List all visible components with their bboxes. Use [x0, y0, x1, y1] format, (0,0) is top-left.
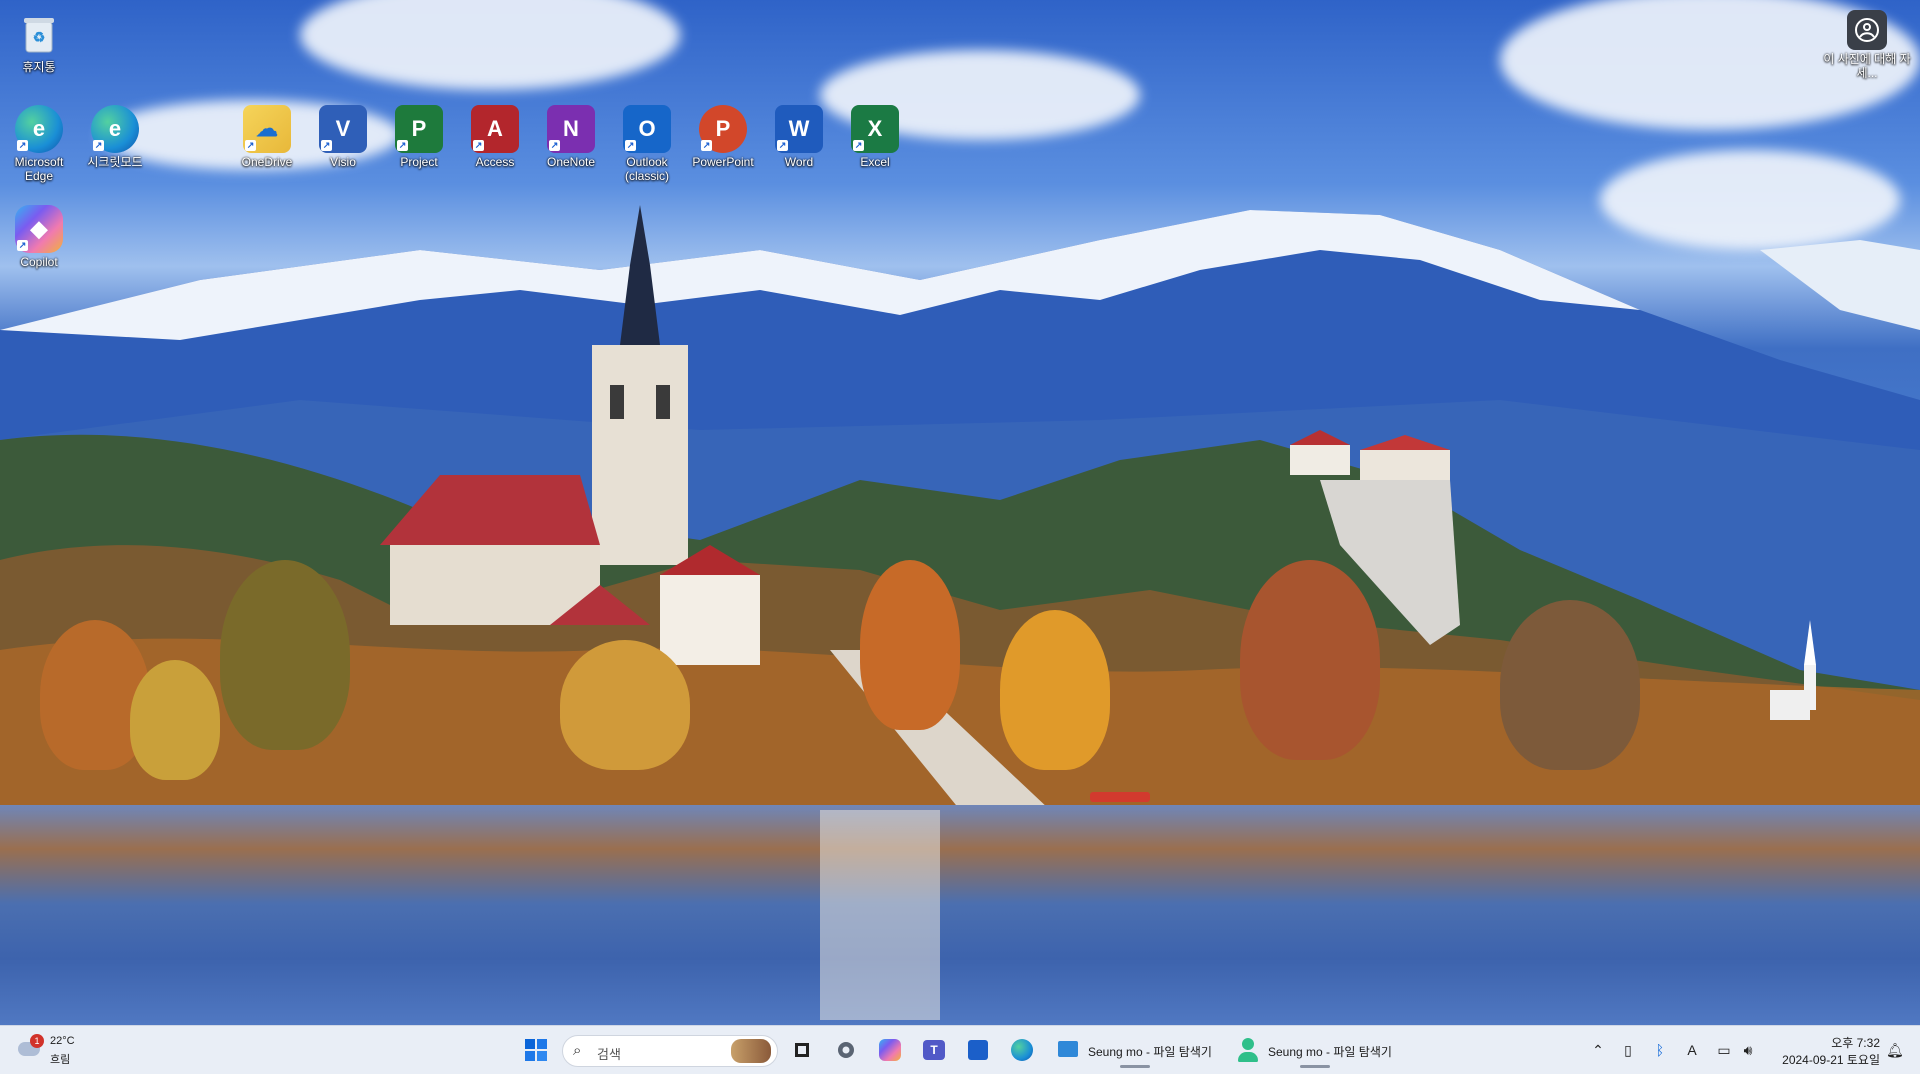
usb-device-icon[interactable]: ▯ [1620, 1042, 1636, 1058]
icon-label: Outlook (classic) [625, 155, 669, 183]
powerpoint-icon: P ↗ [699, 105, 747, 153]
onenote-icon: N ↗ [547, 105, 595, 153]
tree [1240, 560, 1380, 760]
task-view-button[interactable] [786, 1034, 818, 1066]
desktop-icon-onenote[interactable]: N ↗ OneNote [532, 105, 610, 169]
weather-condition: 흐림 [50, 1054, 71, 1066]
running-indicator [1120, 1065, 1150, 1068]
taskbar-teams[interactable]: T [918, 1034, 950, 1066]
search-placeholder: 검색 [597, 1047, 621, 1062]
start-button[interactable] [520, 1034, 552, 1066]
boat [1090, 792, 1150, 802]
excel-icon: X ↗ [851, 105, 899, 153]
learn-about-picture[interactable]: 이 사진에 대해 자세... [1822, 10, 1912, 80]
visio-icon: V ↗ [319, 105, 367, 153]
icon-label: Word [784, 155, 814, 169]
search-box[interactable]: ⌕ 검색 [562, 1035, 778, 1067]
tree [560, 640, 690, 770]
desktop-icon-powerpoint[interactable]: P ↗ PowerPoint [684, 105, 762, 169]
window-title: Seung mo - 파일 탐색기 [1088, 1045, 1212, 1059]
store-icon [968, 1040, 988, 1060]
desktop-icon-word[interactable]: W ↗ Word [760, 105, 838, 169]
tree [1500, 600, 1640, 770]
edge-icon: e ↗ [15, 105, 63, 153]
edge-icon [1011, 1039, 1033, 1061]
taskbar-store[interactable] [962, 1034, 994, 1066]
desktop-icon-visio[interactable]: V ↗ Visio [304, 105, 382, 169]
desktop-wallpaper: ♻ 휴지통 e ↗ Microsoft Edge e ↗ 시크릿모드 ☁ ↗ OneD… [0, 0, 1920, 1025]
running-indicator [1300, 1065, 1330, 1068]
tree [1000, 610, 1110, 770]
icon-label: Microsoft Edge [14, 155, 64, 183]
icon-label: Project [400, 155, 438, 169]
cloud [300, 0, 680, 90]
icon-label: 이 사진에 대해 자세... [1823, 52, 1911, 80]
recycle-bin-icon: ♻ [15, 10, 63, 58]
edge-icon: e ↗ [91, 105, 139, 153]
taskbar-settings[interactable] [830, 1034, 862, 1066]
svg-text:♻: ♻ [33, 29, 46, 45]
tree [220, 560, 350, 750]
taskbar-copilot[interactable] [874, 1034, 906, 1066]
input-method-icon[interactable]: A [1684, 1042, 1700, 1058]
clock-time: 오후 7:32 [1831, 1036, 1880, 1050]
desktop-icon-edge-inprivate[interactable]: e ↗ 시크릿모드 [76, 105, 154, 169]
copilot-icon: ◆ ↗ [15, 205, 63, 253]
network-monitor-icon[interactable]: ▭ [1716, 1042, 1732, 1058]
desktop-icon-project[interactable]: P ↗ Project [380, 105, 458, 169]
desktop-icon-outlook[interactable]: O ↗ Outlook (classic) [608, 105, 686, 183]
desktop-icon-edge[interactable]: e ↗ Microsoft Edge [0, 105, 78, 183]
search-icon: ⌕ [573, 1042, 582, 1059]
access-icon: A ↗ [471, 105, 519, 153]
window-title: Seung mo - 파일 탐색기 [1268, 1045, 1392, 1059]
teams-icon: T [923, 1040, 945, 1060]
windows-logo-icon [525, 1039, 547, 1061]
notification-bell-icon[interactable]: 🔔︎ [1886, 1042, 1904, 1058]
word-icon: W ↗ [775, 105, 823, 153]
lake [0, 805, 1920, 1025]
outlook-icon: O ↗ [623, 105, 671, 153]
lake-reflection [820, 810, 940, 1020]
weather-temp: 22°C [50, 1035, 75, 1047]
project-icon: P ↗ [395, 105, 443, 153]
taskbar-window-explorer-1[interactable]: Seung mo - 파일 탐색기 [1050, 1032, 1222, 1068]
bluetooth-icon[interactable]: ᛒ [1652, 1042, 1668, 1058]
clock[interactable]: 오후 7:32 2024-09-21 토요일 [1770, 1032, 1880, 1068]
icon-label: Access [475, 155, 515, 169]
onedrive-folder-icon: ☁ ↗ [243, 105, 291, 153]
small-church [1770, 620, 1816, 720]
icon-label: PowerPoint [692, 155, 754, 169]
volume-icon[interactable]: 🔊︎ [1740, 1042, 1756, 1058]
desktop-icon-onedrive[interactable]: ☁ ↗ OneDrive [228, 105, 306, 169]
monitor-icon [1058, 1041, 1078, 1057]
user-avatar-icon [1238, 1038, 1258, 1062]
search-highlight-icon [731, 1039, 771, 1063]
taskbar-window-explorer-2[interactable]: Seung mo - 파일 탐색기 [1230, 1032, 1402, 1068]
taskbar-edge[interactable] [1006, 1034, 1038, 1066]
show-hidden-icons-chevron-icon[interactable]: ⌃ [1590, 1042, 1606, 1058]
desktop-icon-recycle-bin[interactable]: ♻ 휴지통 [0, 10, 78, 74]
icon-label: Excel [860, 155, 890, 169]
tree [130, 660, 220, 780]
gear-icon [838, 1042, 854, 1058]
camera-info-icon [1847, 10, 1887, 50]
weather-widget[interactable]: 1 22°C 흐림 [14, 1032, 84, 1068]
tree [860, 560, 960, 730]
icon-label: OneDrive [241, 155, 293, 169]
icon-label: OneNote [546, 155, 596, 169]
notification-badge: 1 [30, 1034, 44, 1048]
desktop-icon-copilot[interactable]: ◆ ↗ Copilot [0, 205, 78, 269]
taskbar: 1 22°C 흐림 ⌕ 검색 T Seung mo - 파일 탐색기 Seung… [0, 1025, 1920, 1074]
desktop-icon-excel[interactable]: X ↗ Excel [836, 105, 914, 169]
desktop-icon-access[interactable]: A ↗ Access [456, 105, 534, 169]
copilot-icon [879, 1039, 901, 1061]
icon-label: Visio [330, 155, 356, 169]
icon-label: 휴지통 [22, 60, 56, 74]
clock-date: 2024-09-21 토요일 [1782, 1053, 1880, 1067]
task-view-icon [795, 1043, 809, 1057]
icon-label: 시크릿모드 [87, 155, 143, 169]
icon-label: Copilot [20, 255, 58, 269]
